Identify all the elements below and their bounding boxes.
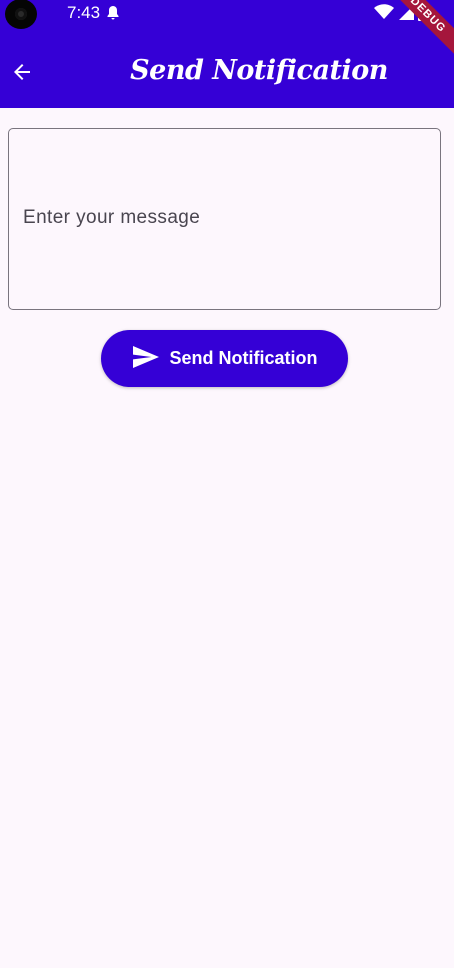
notification-bell-icon — [106, 5, 120, 26]
status-time: 7:43 — [67, 3, 101, 22]
send-button-label: Send Notification — [169, 348, 318, 368]
message-input[interactable] — [23, 207, 423, 237]
camera-cutout — [5, 0, 37, 29]
send-notification-button[interactable]: Send Notification — [101, 330, 348, 387]
top-bar: 7:43 DEBUG Send Notification — [0, 0, 454, 108]
app-bar: Send Notification — [0, 40, 454, 108]
send-icon — [132, 345, 160, 372]
page-title: Send Notification — [130, 55, 388, 86]
message-field[interactable] — [8, 128, 441, 310]
wifi-icon — [374, 4, 394, 26]
status-bar: 7:43 DEBUG — [0, 0, 454, 64]
